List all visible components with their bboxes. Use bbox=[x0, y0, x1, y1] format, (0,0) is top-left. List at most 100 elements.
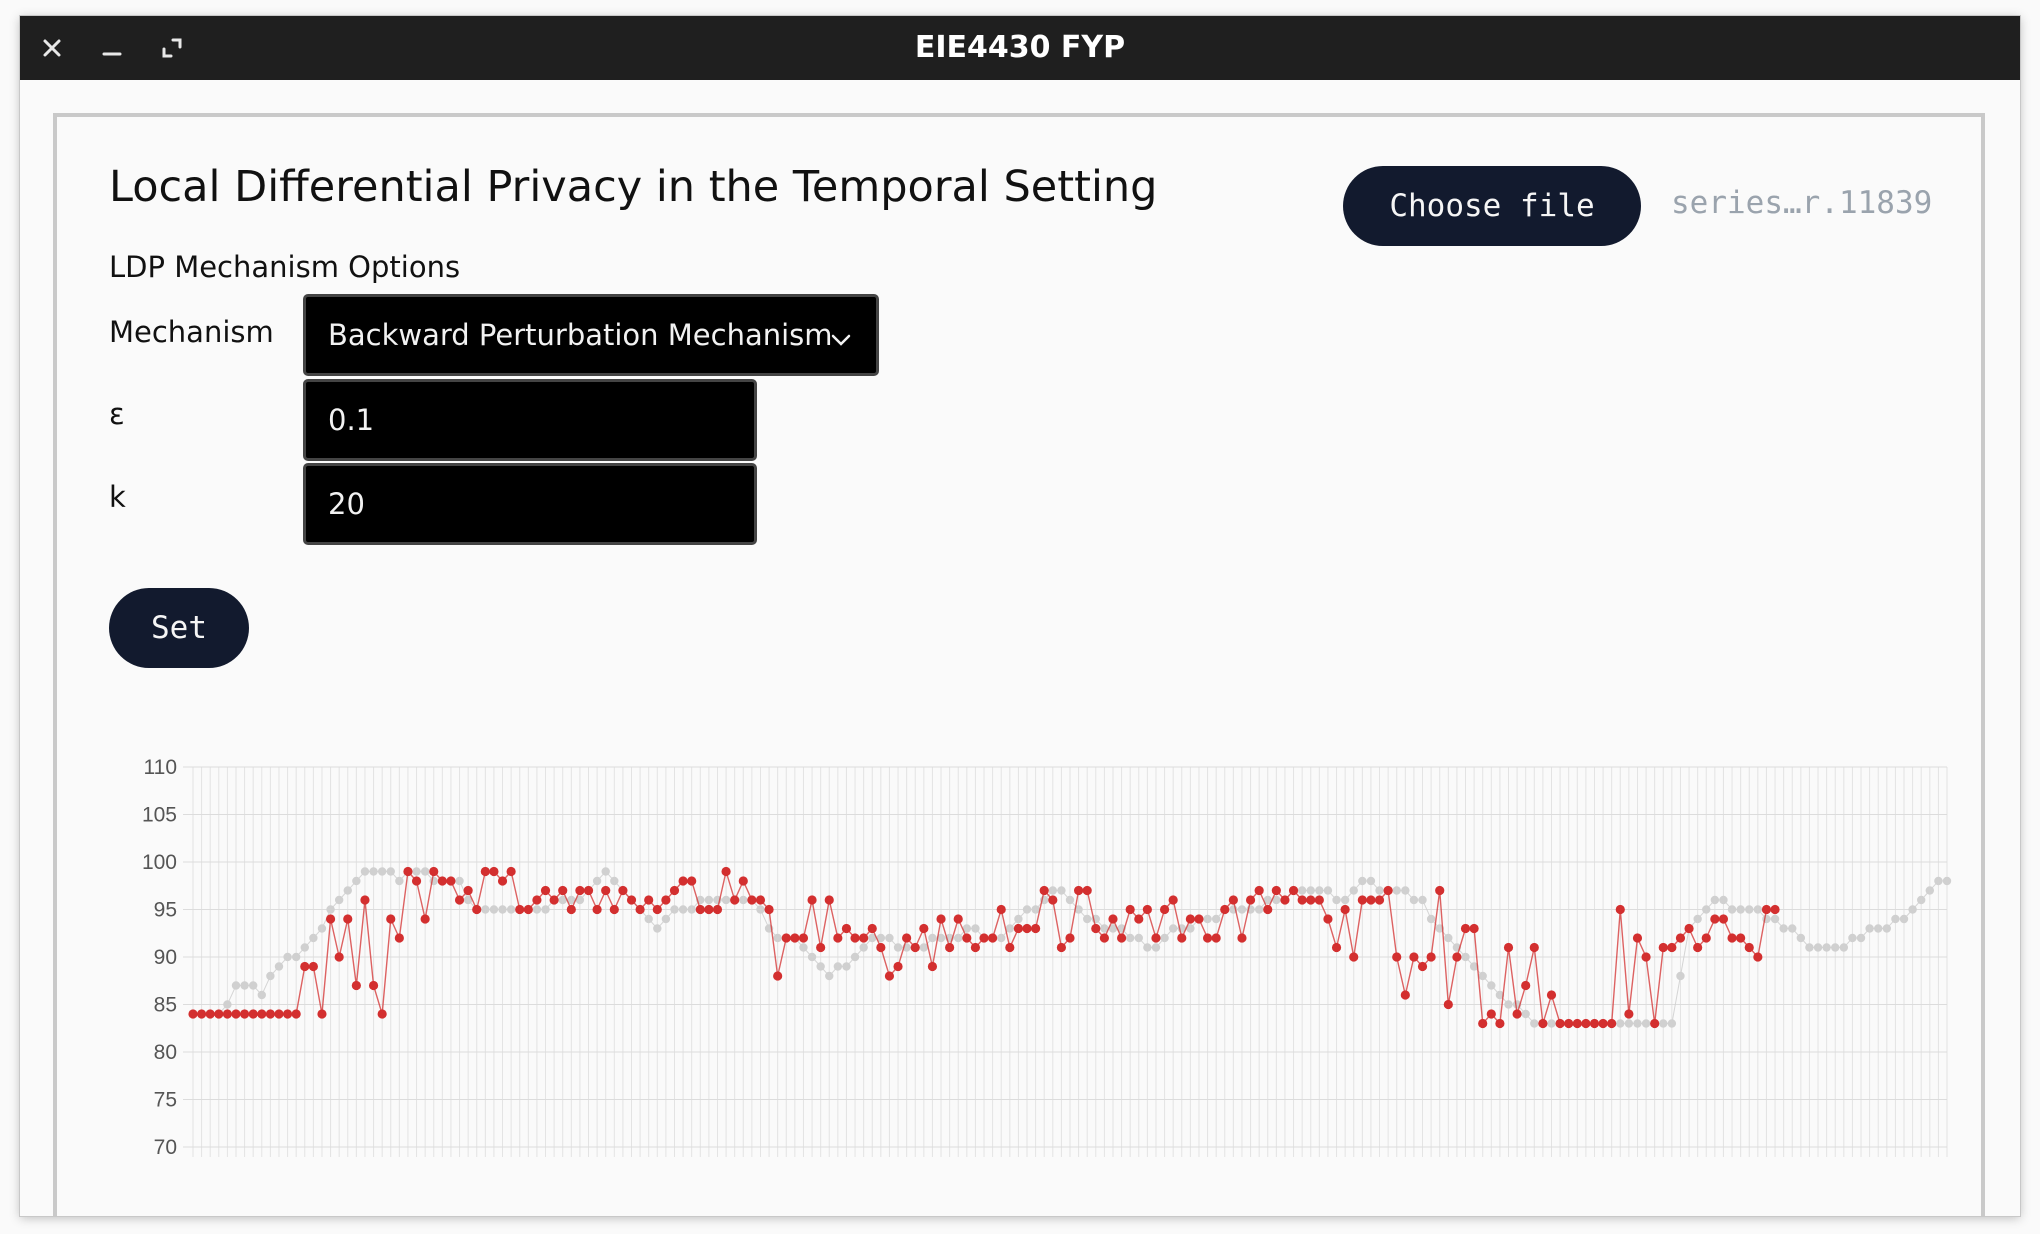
perturbed-point bbox=[429, 866, 439, 877]
perturbed-point bbox=[1314, 895, 1324, 905]
original-point bbox=[1504, 1000, 1513, 1009]
perturbed-point bbox=[1202, 933, 1213, 943]
perturbed-point bbox=[1452, 952, 1462, 962]
perturbed-point bbox=[1323, 914, 1333, 924]
perturbed-point bbox=[1443, 999, 1453, 1010]
perturbed-point bbox=[1220, 904, 1230, 915]
perturbed-point bbox=[1065, 933, 1075, 943]
perturbed-point bbox=[1598, 1018, 1608, 1029]
perturbed-point bbox=[902, 933, 912, 943]
perturbed-point bbox=[1245, 895, 1256, 905]
original-point bbox=[1057, 886, 1066, 895]
original-point bbox=[842, 962, 851, 971]
perturbed-point bbox=[472, 904, 482, 915]
original-point bbox=[825, 971, 834, 981]
original-point bbox=[1710, 895, 1720, 905]
perturbed-point bbox=[463, 885, 473, 896]
original-point bbox=[704, 895, 714, 905]
y-tick-label: 80 bbox=[154, 1041, 177, 1064]
perturbed-point bbox=[1718, 914, 1729, 924]
perturbed-point bbox=[437, 876, 447, 886]
perturbed-point bbox=[1392, 952, 1402, 962]
original-point bbox=[1616, 1019, 1625, 1028]
original-point bbox=[1667, 1019, 1677, 1028]
original-point bbox=[1487, 981, 1496, 990]
perturbed-point bbox=[661, 895, 671, 905]
perturbed-point bbox=[712, 904, 723, 915]
original-point bbox=[1340, 895, 1350, 905]
perturbed-point bbox=[1082, 885, 1092, 896]
app-window: EIE4430 FYP Local Differential Privacy i… bbox=[20, 16, 2020, 1216]
original-point bbox=[1624, 1019, 1634, 1028]
perturbed-point bbox=[790, 933, 800, 943]
perturbed-point bbox=[1228, 895, 1238, 905]
perturbed-point bbox=[188, 1009, 198, 1019]
original-point bbox=[1082, 914, 1092, 924]
perturbed-point bbox=[1581, 1018, 1591, 1029]
original-point bbox=[1134, 933, 1143, 943]
original-point bbox=[1641, 1019, 1651, 1028]
perturbed-point bbox=[1409, 952, 1419, 962]
original-point bbox=[412, 867, 421, 876]
perturbed-point bbox=[1632, 933, 1643, 943]
perturbed-point bbox=[1624, 1009, 1634, 1019]
original-point bbox=[1719, 895, 1728, 905]
y-tick-label: 100 bbox=[142, 851, 177, 874]
original-point bbox=[1358, 876, 1367, 886]
original-point bbox=[1770, 914, 1780, 924]
perturbed-point bbox=[1572, 1018, 1582, 1029]
title-bar: EIE4430 FYP bbox=[20, 16, 2020, 80]
perturbed-point bbox=[360, 895, 370, 905]
perturbed-point bbox=[1142, 904, 1152, 915]
perturbed-point bbox=[1331, 942, 1342, 953]
original-point bbox=[661, 914, 671, 924]
perturbed-point bbox=[1134, 914, 1144, 924]
perturbed-point bbox=[1761, 904, 1772, 915]
perturbed-point bbox=[609, 904, 619, 915]
original-point bbox=[1323, 886, 1333, 895]
perturbed-point bbox=[1383, 885, 1393, 896]
perturbed-point bbox=[1417, 961, 1428, 972]
original-point bbox=[1065, 895, 1075, 905]
original-point bbox=[309, 933, 318, 943]
perturbed-point bbox=[222, 1009, 232, 1019]
perturbed-point bbox=[1469, 923, 1479, 934]
original-point bbox=[756, 905, 765, 914]
original-point bbox=[1848, 933, 1857, 943]
perturbed-point bbox=[368, 980, 379, 991]
perturbed-point bbox=[506, 866, 516, 877]
perturbed-point bbox=[1693, 942, 1703, 953]
original-point bbox=[1745, 905, 1754, 914]
original-point bbox=[257, 990, 266, 1000]
original-point bbox=[859, 943, 868, 952]
perturbed-point bbox=[1641, 952, 1651, 962]
original-point bbox=[1796, 933, 1806, 943]
original-point bbox=[1237, 905, 1247, 914]
perturbed-point bbox=[1237, 933, 1247, 943]
original-point bbox=[592, 876, 602, 886]
perturbed-point bbox=[1211, 933, 1221, 943]
perturbed-point bbox=[351, 980, 361, 991]
original-point bbox=[1297, 886, 1307, 895]
original-point bbox=[1211, 914, 1221, 924]
perturbed-point bbox=[1073, 885, 1084, 896]
perturbed-point bbox=[1288, 885, 1299, 896]
perturbed-point bbox=[1271, 885, 1281, 896]
original-point bbox=[721, 895, 731, 905]
original-point bbox=[541, 905, 550, 914]
original-point bbox=[610, 876, 619, 886]
perturbed-point bbox=[1374, 895, 1385, 905]
original-point bbox=[231, 981, 241, 990]
original-point bbox=[274, 962, 284, 971]
perturbed-point bbox=[1503, 942, 1514, 953]
perturbed-point bbox=[1048, 895, 1058, 905]
perturbed-point bbox=[816, 942, 826, 953]
perturbed-point bbox=[411, 876, 422, 886]
original-point bbox=[386, 867, 395, 876]
original-point bbox=[291, 952, 301, 962]
original-point bbox=[489, 905, 499, 914]
perturbed-point bbox=[1151, 933, 1161, 943]
perturbed-point bbox=[859, 933, 869, 943]
original-point bbox=[1882, 924, 1892, 933]
original-point bbox=[739, 895, 748, 905]
